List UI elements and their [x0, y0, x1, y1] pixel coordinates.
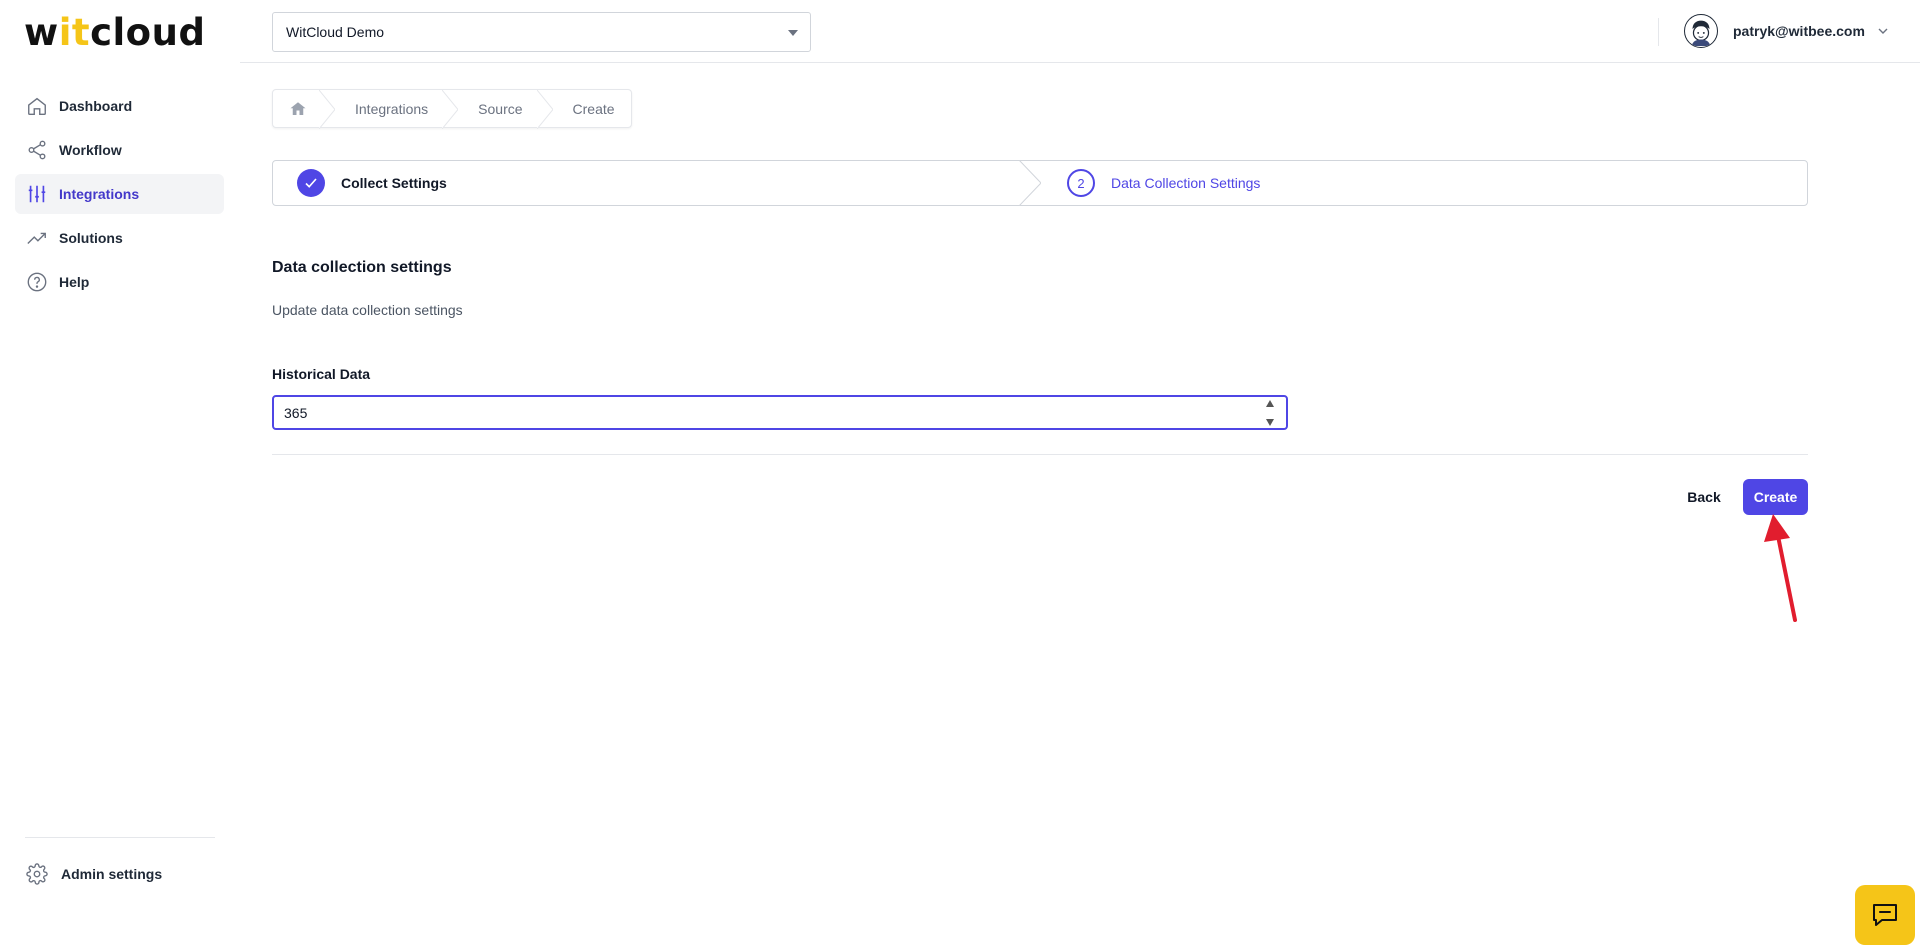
breadcrumb-label: Integrations — [355, 100, 429, 117]
number-spinner[interactable] — [1264, 400, 1276, 426]
breadcrumb-label: Create — [572, 100, 615, 117]
help-circle-icon — [25, 270, 49, 294]
form-divider — [272, 454, 1808, 455]
breadcrumb-separator — [536, 90, 553, 129]
section-description: Update data collection settings — [272, 302, 463, 318]
witcloud-logo[interactable]: witcloud — [24, 10, 205, 54]
caret-down-icon — [788, 30, 798, 36]
share-icon — [25, 138, 49, 162]
admin-settings-label: Admin settings — [61, 866, 163, 882]
sidebar-nav: Dashboard Workflow Integrations Solution… — [15, 86, 224, 306]
sidebar-item-label: Workflow — [59, 142, 122, 158]
spin-up-icon[interactable] — [1266, 400, 1274, 407]
historical-data-input[interactable]: 365 — [272, 395, 1288, 430]
historical-data-value: 365 — [284, 404, 308, 421]
breadcrumb-separator — [319, 90, 335, 129]
organization-select-value: WitCloud Demo — [286, 24, 385, 40]
breadcrumb-item-current[interactable]: Create — [545, 90, 631, 127]
sidebar-item-solutions[interactable]: Solutions — [15, 218, 224, 258]
sidebar-divider — [25, 837, 215, 838]
breadcrumb-item[interactable]: Integrations — [327, 90, 459, 129]
step-number: 2 — [1067, 169, 1095, 197]
sidebar-item-label: Dashboard — [59, 98, 133, 114]
back-button[interactable]: Back — [1674, 479, 1734, 515]
home-icon — [290, 101, 306, 115]
breadcrumb-item[interactable]: Source — [450, 90, 553, 129]
breadcrumb-label: Source — [478, 100, 523, 117]
annotation-arrow — [1764, 514, 1797, 622]
topbar: WitCloud Demo patryk@witbee.com — [240, 0, 1920, 63]
sidebar-item-help[interactable]: Help — [15, 262, 224, 302]
chat-icon — [1873, 904, 1897, 926]
check-icon — [297, 169, 325, 197]
sidebar-item-label: Integrations — [59, 186, 140, 202]
spin-down-icon[interactable] — [1266, 419, 1274, 426]
logo-part: w — [24, 10, 59, 54]
step-data-collection-settings[interactable]: 2 Data Collection Settings — [1027, 161, 1807, 205]
sliders-icon — [25, 182, 49, 206]
sidebar-item-label: Solutions — [59, 230, 123, 246]
breadcrumb-home[interactable] — [273, 90, 335, 129]
chat-widget-button[interactable] — [1855, 885, 1915, 945]
organization-select[interactable]: WitCloud Demo — [272, 12, 811, 52]
section-title: Data collection settings — [272, 259, 452, 276]
topbar-divider — [1658, 18, 1659, 46]
logo-accent: it — [58, 10, 91, 54]
sidebar-item-dashboard[interactable]: Dashboard — [15, 86, 224, 126]
sidebar-item-workflow[interactable]: Workflow — [15, 130, 224, 170]
step-collect-settings[interactable]: Collect Settings — [273, 160, 1041, 206]
breadcrumb-separator — [442, 90, 459, 129]
sidebar-item-integrations[interactable]: Integrations — [15, 174, 224, 214]
avatar — [1684, 14, 1718, 48]
historical-data-label: Historical Data — [272, 366, 371, 382]
step-label: Data Collection Settings — [1111, 175, 1261, 191]
chevron-down-icon — [1878, 28, 1888, 34]
trending-up-icon — [25, 226, 49, 250]
logo-part: cloud — [90, 10, 206, 54]
gear-icon — [25, 862, 49, 886]
sidebar: witcloud Dashboard Workflow Integrations… — [0, 0, 240, 945]
user-menu[interactable]: patryk@witbee.com — [1684, 14, 1889, 48]
admin-settings-link[interactable]: Admin settings — [25, 862, 162, 886]
user-email: patryk@witbee.com — [1733, 23, 1865, 39]
create-button[interactable]: Create — [1743, 479, 1808, 515]
home-icon — [25, 94, 49, 118]
sidebar-item-label: Help — [59, 274, 90, 290]
stepper: Collect Settings 2 Data Collection Setti… — [272, 160, 1808, 206]
breadcrumb: Integrations Source Create — [272, 89, 632, 129]
step-label: Collect Settings — [341, 175, 447, 191]
step-separator — [1019, 160, 1041, 206]
